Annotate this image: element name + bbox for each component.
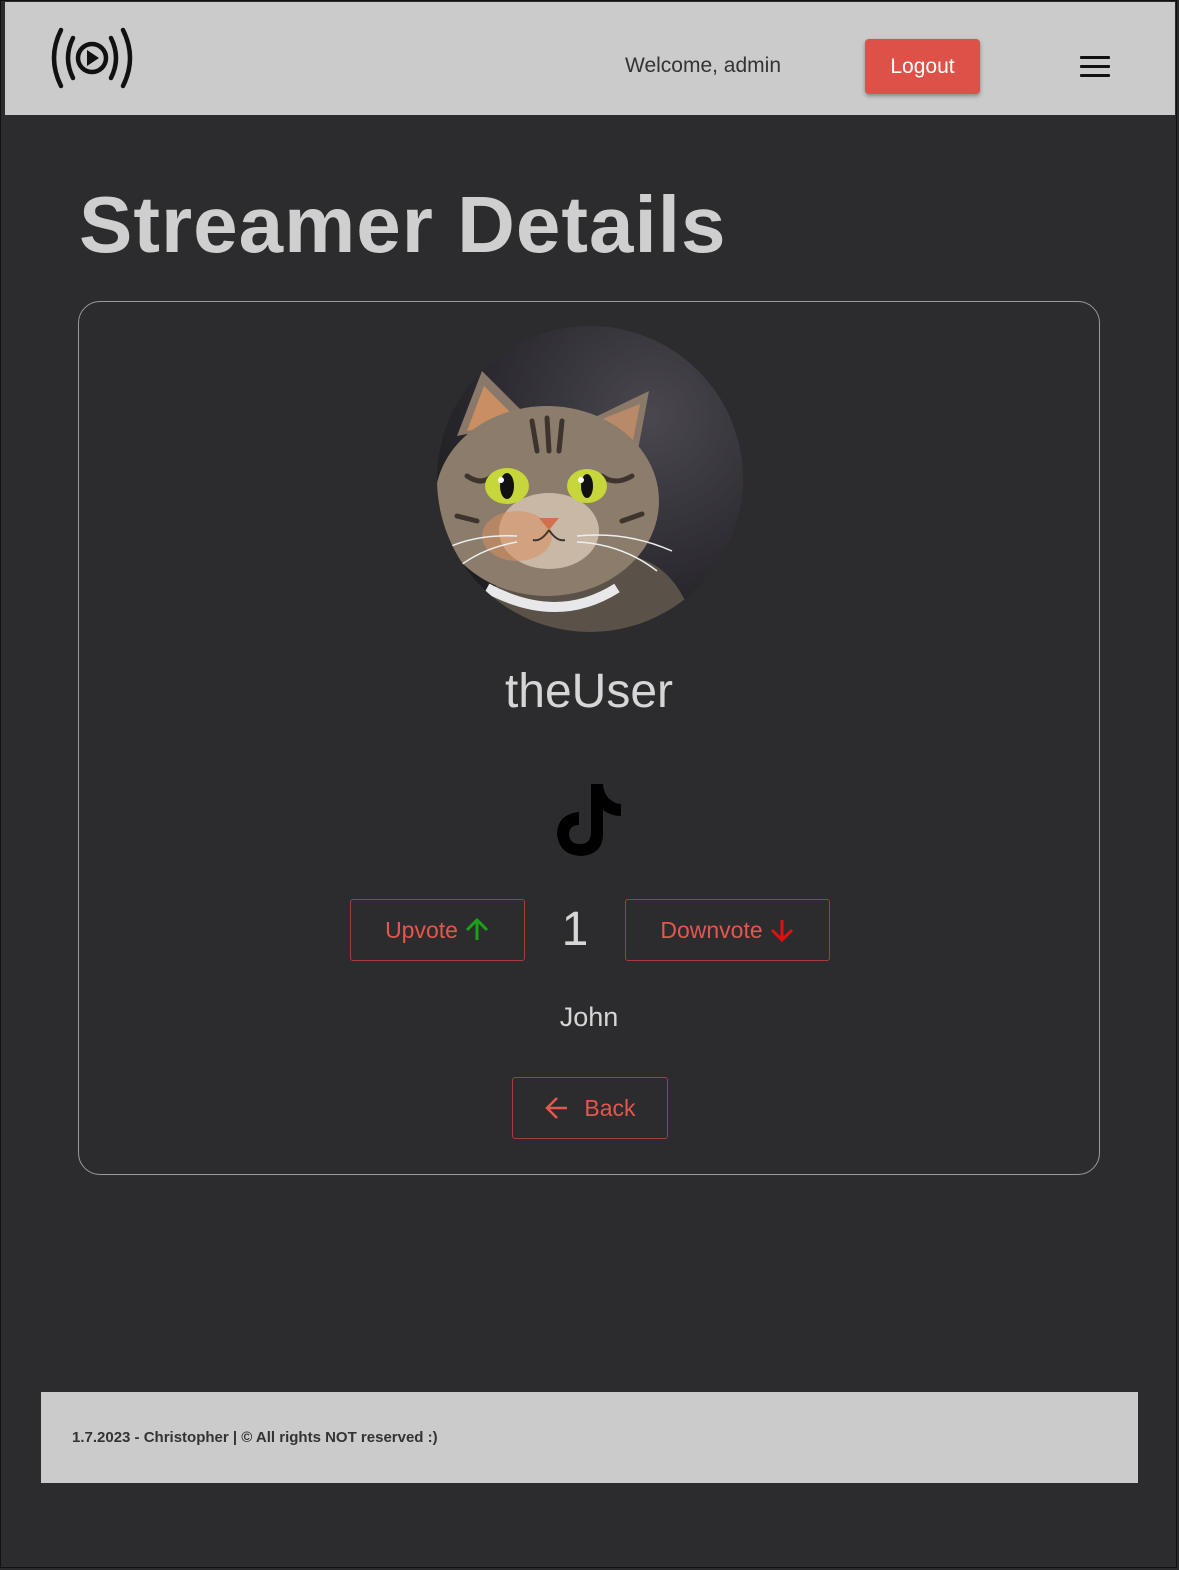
footer: 1.7.2023 - Christopher | © All rights NO… xyxy=(41,1392,1138,1483)
logout-button[interactable]: Logout xyxy=(865,39,980,94)
streamer-name: theUser xyxy=(504,665,674,718)
downvote-label: Downvote xyxy=(660,916,763,943)
page-title: Streamer Details xyxy=(79,180,727,269)
app-frame: Welcome, admin Logout Streamer Details t… xyxy=(0,0,1177,1568)
back-button[interactable]: Back xyxy=(512,1077,668,1139)
arrow-down-icon xyxy=(770,920,793,943)
tiktok-icon[interactable] xyxy=(555,782,625,858)
arrow-up-icon xyxy=(465,917,488,940)
upvote-label: Upvote xyxy=(385,916,458,943)
streamer-card: theUser Upvote 1 Downvote John Back xyxy=(78,301,1100,1175)
upvote-button[interactable]: Upvote xyxy=(350,899,525,961)
navbar: Welcome, admin Logout xyxy=(5,2,1175,115)
footer-text: 1.7.2023 - Christopher | © All rights NO… xyxy=(72,1429,438,1446)
cat-avatar xyxy=(437,326,743,632)
vote-count: 1 xyxy=(561,903,589,956)
streamer-owner: John xyxy=(559,1002,619,1032)
live-stream-logo-icon[interactable] xyxy=(41,22,143,94)
arrow-left-icon xyxy=(545,1097,568,1119)
back-label: Back xyxy=(584,1094,636,1121)
welcome-text: Welcome, admin xyxy=(625,54,782,77)
hamburger-menu-icon[interactable] xyxy=(1080,56,1110,78)
downvote-button[interactable]: Downvote xyxy=(625,899,830,961)
